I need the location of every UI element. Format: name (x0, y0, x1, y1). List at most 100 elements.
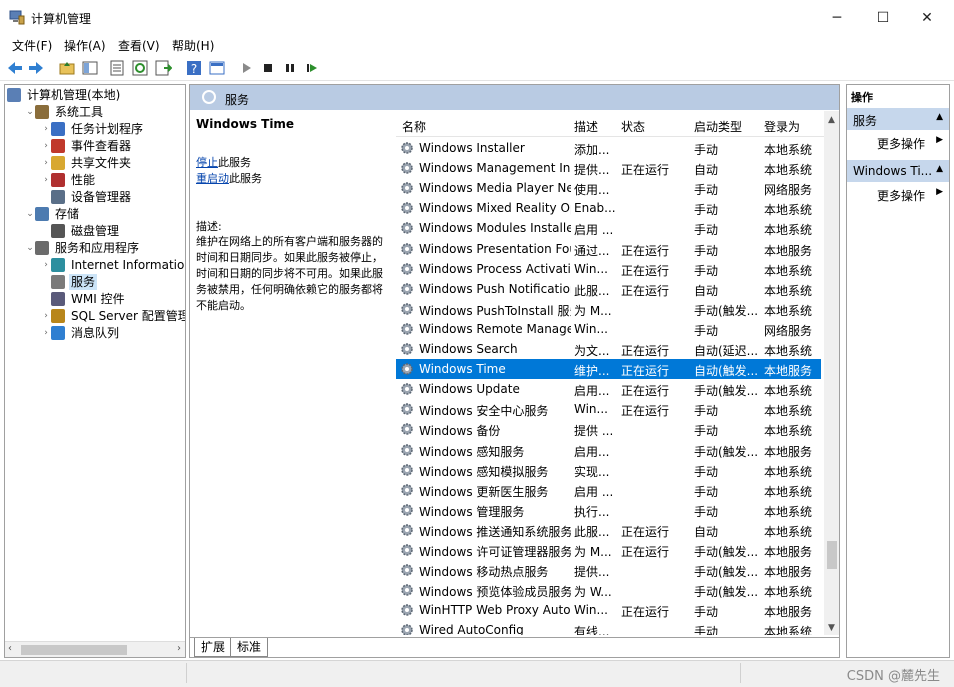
tree-item[interactable]: › 任务计划程序 (5, 121, 183, 137)
table-row[interactable]: Windows Process Activatio...Win... 正在运行 手动… (396, 259, 821, 279)
service-startup-type: 手动 (694, 605, 719, 620)
menu-help[interactable]: 帮助(H) (172, 37, 214, 54)
tree-item[interactable]: ⌄ 存储 (5, 206, 183, 222)
table-row[interactable]: Windows Time 维护... 正在运行 自动(触发... 本地服务 (396, 359, 821, 380)
table-row[interactable]: Windows 许可证管理器服务为 M... 正在运行 手动(触发... 本地服务 (396, 540, 821, 560)
actions-section-selected[interactable]: Windows Ti... ▲ (847, 160, 949, 182)
table-row[interactable]: Windows 预览体验成员服务为 W... 手动(触发... 本地系统 (396, 580, 821, 600)
column-logon-as[interactable]: 登录为 (764, 118, 800, 135)
collapsed-arrow-icon[interactable]: › (41, 121, 51, 137)
tab-standard[interactable]: 标准 (230, 638, 269, 657)
table-row[interactable]: Windows Update 启用... 正在运行 手动(触发... 本地系统 (396, 379, 821, 399)
scroll-thumb[interactable] (21, 645, 127, 655)
help-icon[interactable]: ? (185, 59, 203, 77)
collapsed-arrow-icon[interactable]: › (41, 172, 51, 188)
tree-item[interactable]: 磁盘管理 (5, 223, 183, 239)
scroll-up-icon[interactable]: ▲ (824, 115, 839, 125)
refresh-icon[interactable] (131, 59, 149, 77)
table-row[interactable]: Windows 移动热点服务 提供... 手动(触发... 本地服务 (396, 560, 821, 580)
forward-icon[interactable] (27, 59, 45, 77)
tree-item[interactable]: › 消息队列 (5, 325, 183, 341)
tree-item[interactable]: › SQL Server 配置管理器 (5, 308, 185, 324)
collapsed-arrow-icon[interactable]: › (41, 155, 51, 171)
scroll-thumb[interactable] (827, 541, 837, 569)
minimize-button[interactable]: ─ (814, 6, 860, 30)
restart-service-icon[interactable] (303, 59, 321, 77)
tree-item[interactable]: › Internet Information Se (5, 257, 185, 273)
description-text: 维护在网络上的所有客户端和服务器的时间和日期同步。如果此服务被停止，时间和日期的… (196, 235, 383, 312)
table-row[interactable]: Windows 推送通知系统服务 此服... 正在运行 自动 本地系统 (396, 520, 821, 540)
column-description[interactable]: 描述 (574, 118, 598, 135)
collapsed-arrow-icon[interactable]: › (41, 308, 51, 324)
vertical-scrollbar[interactable]: ▲ ▼ (824, 111, 839, 635)
tree-item[interactable]: ⌄ 系统工具 (5, 104, 183, 120)
table-row[interactable]: Windows Installer 添加... 手动 本地系统 (396, 138, 821, 158)
expanded-arrow-icon[interactable]: ⌄ (25, 206, 35, 222)
menu-view[interactable]: 查看(V) (118, 37, 160, 54)
table-row[interactable]: Windows 安全中心服务 Win... 正在运行 手动 本地系统 (396, 399, 821, 419)
collapsed-arrow-icon[interactable]: › (41, 138, 51, 154)
tree-item[interactable]: 设备管理器 (5, 189, 183, 205)
table-row[interactable]: Wired AutoConfig 有线... 手动 本地系统 (396, 620, 821, 635)
column-status[interactable]: 状态 (621, 118, 645, 135)
actions-section-services[interactable]: 服务 ▲ (847, 108, 949, 130)
tree-item[interactable]: ⌄ 服务和应用程序 (5, 240, 183, 256)
scroll-left-icon[interactable]: ‹ (8, 643, 12, 654)
console-view-icon[interactable] (208, 59, 226, 77)
table-row[interactable]: Windows 管理服务 执行... 手动 本地系统 (396, 500, 821, 520)
expanded-arrow-icon[interactable]: ⌄ (25, 240, 35, 256)
restart-service-link[interactable]: 重启动 (196, 172, 229, 185)
pause-service-icon[interactable] (281, 59, 299, 77)
service-startup-type: 自动(触发... (694, 364, 759, 379)
start-service-icon[interactable] (238, 59, 256, 77)
table-row[interactable]: Windows Mixed Reality Op...Enab... 手动 本地系统 (396, 198, 821, 218)
close-button[interactable]: ✕ (904, 6, 950, 30)
maximize-button[interactable]: ☐ (860, 6, 906, 30)
horizontal-scrollbar[interactable]: ‹ › (5, 641, 185, 657)
table-row[interactable]: Windows PushToInstall 服务为 M... 手动(触发... 本地… (396, 299, 821, 319)
expanded-arrow-icon[interactable]: ⌄ (25, 104, 35, 120)
service-gear-icon (401, 504, 413, 516)
table-row[interactable]: Windows Management Ins...提供... 正在运行 自动 本地系统 (396, 158, 821, 178)
menu-action[interactable]: 操作(A) (64, 37, 106, 54)
properties-icon[interactable] (108, 59, 126, 77)
tree-item[interactable]: › 性能 (5, 172, 183, 188)
view-tabs: 扩展 标准 (190, 637, 839, 657)
column-startup-type[interactable]: 启动类型 (694, 118, 742, 135)
table-row[interactable]: Windows 更新医生服务 启用 ... 手动 本地系统 (396, 480, 821, 500)
tree-item[interactable]: WMI 控件 (5, 291, 183, 307)
more-actions-services[interactable]: 更多操作 ▶ (847, 132, 949, 152)
tree-item[interactable]: › 事件查看器 (5, 138, 183, 154)
stop-service-link[interactable]: 停止 (196, 156, 218, 169)
scroll-down-icon[interactable]: ▼ (824, 623, 839, 633)
service-name: Windows Push Notification... (419, 281, 571, 296)
collapsed-arrow-icon[interactable]: › (41, 325, 51, 341)
table-row[interactable]: Windows 备份 提供 ... 手动 本地系统 (396, 419, 821, 439)
menu-file[interactable]: 文件(F) (12, 37, 52, 54)
table-row[interactable]: Windows Media Player Net...使用... 手动 网络服务 (396, 178, 821, 198)
service-gear-icon (401, 303, 413, 315)
table-row[interactable]: Windows Presentation Fou...通过... 正在运行 手动 本地… (396, 239, 821, 259)
column-name[interactable]: 名称 (402, 118, 426, 135)
tree-item[interactable]: › 共享文件夹 (5, 155, 183, 171)
service-logon-as: 本地系统 (764, 223, 813, 238)
tree-item[interactable]: 计算机管理(本地) (5, 87, 183, 103)
show-hide-tree-icon[interactable] (81, 59, 99, 77)
more-actions-selected[interactable]: 更多操作 ▶ (847, 184, 949, 204)
scroll-right-icon[interactable]: › (177, 643, 181, 654)
stop-service-icon[interactable] (259, 59, 277, 77)
service-description: Win... (574, 261, 608, 276)
tree-item[interactable]: 服务 (5, 274, 183, 290)
collapsed-arrow-icon[interactable]: › (41, 257, 51, 273)
table-row[interactable]: Windows Search 为文... 正在运行 自动(延迟... 本地系统 (396, 339, 821, 359)
back-icon[interactable] (6, 59, 24, 77)
table-row[interactable]: Windows Push Notification...此服... 正在运行 自动 本… (396, 279, 821, 299)
export-list-icon[interactable] (154, 59, 172, 77)
up-folder-icon[interactable] (58, 59, 76, 77)
table-row[interactable]: Windows 感知服务 启用... 手动(触发... 本地服务 (396, 440, 821, 460)
table-row[interactable]: Windows Modules Installer 启用 ... 手动 本地系统 (396, 218, 821, 238)
table-row[interactable]: WinHTTP Web Proxy Auto... Win... 正在运行 手动 本地服… (396, 600, 821, 620)
table-row[interactable]: Windows 感知模拟服务 实现... 手动 本地系统 (396, 460, 821, 480)
tab-extended[interactable]: 扩展 (194, 638, 233, 657)
table-row[interactable]: Windows Remote Manage... Win... 手动 网络服务 (396, 319, 821, 339)
